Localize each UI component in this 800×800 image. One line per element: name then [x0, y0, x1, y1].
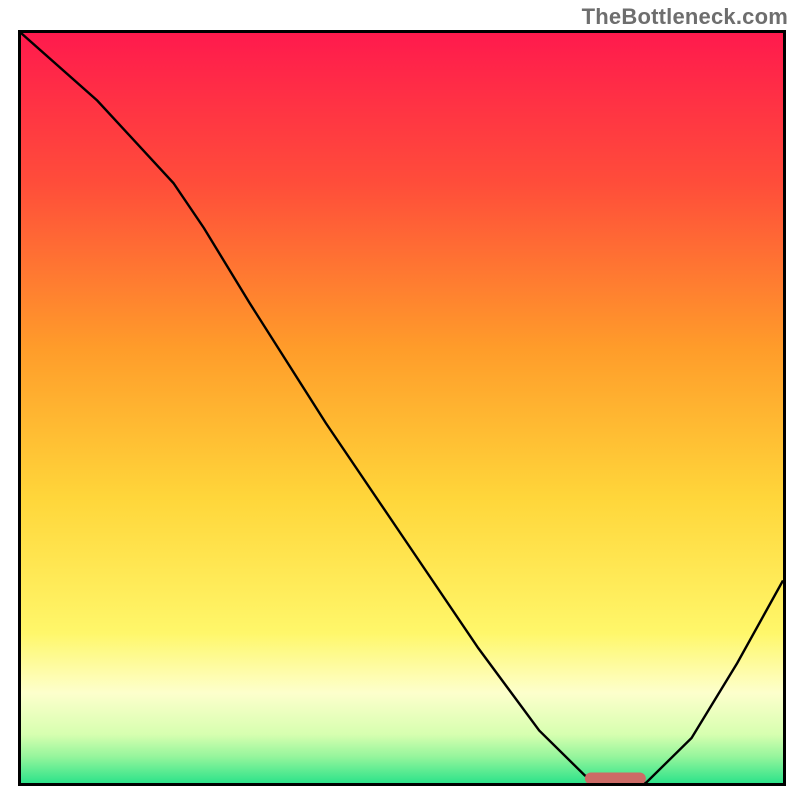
chart-stage: TheBottleneck.com	[0, 0, 800, 800]
plot-frame	[18, 30, 786, 786]
watermark-label: TheBottleneck.com	[582, 4, 788, 30]
curve-layer	[21, 33, 783, 783]
optimal-marker	[585, 773, 646, 784]
bottleneck-curve	[21, 33, 783, 783]
